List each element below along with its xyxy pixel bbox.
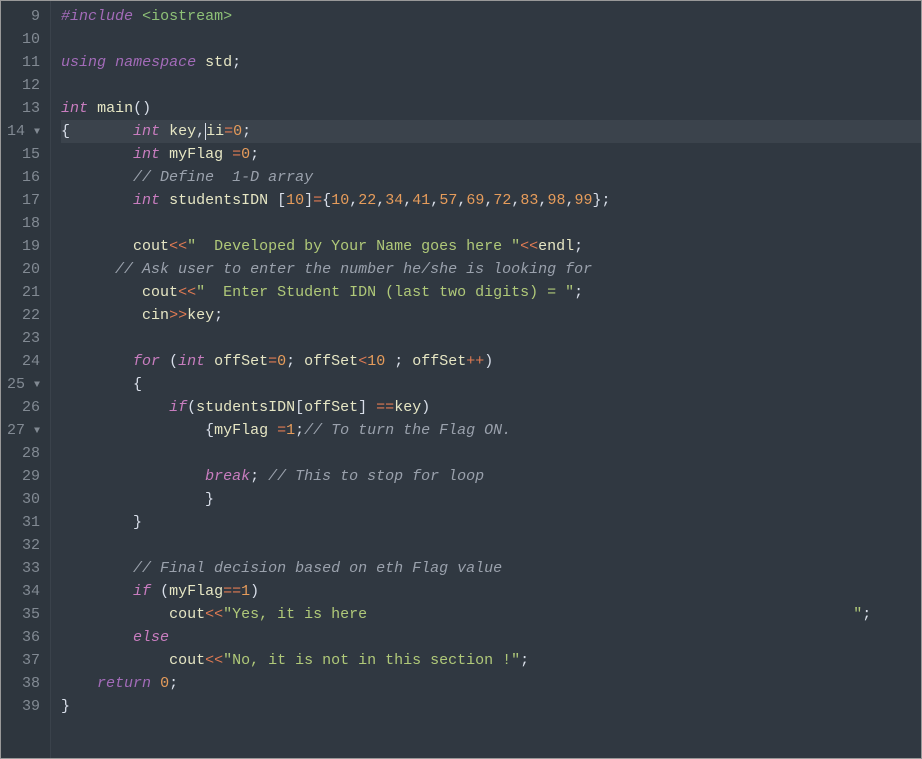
line-number: 13 xyxy=(7,97,40,120)
line-number: 16 xyxy=(7,166,40,189)
code-line[interactable]: // Ask user to enter the number he/she i… xyxy=(61,258,921,281)
code-line[interactable]: if (myFlag==1) xyxy=(61,580,921,603)
code-line[interactable]: return 0; xyxy=(61,672,921,695)
code-line[interactable]: // Final decision based on eth Flag valu… xyxy=(61,557,921,580)
code-line[interactable]: break; // This to stop for loop xyxy=(61,465,921,488)
line-number: 31 xyxy=(7,511,40,534)
code-line[interactable]: cout<<" Developed by Your Name goes here… xyxy=(61,235,921,258)
line-number: 23 xyxy=(7,327,40,350)
line-number: 15 xyxy=(7,143,40,166)
line-number: 28 xyxy=(7,442,40,465)
code-line[interactable] xyxy=(61,212,921,235)
code-line[interactable]: cout<<"Yes, it is here "; xyxy=(61,603,921,626)
code-line[interactable]: cin>>key; xyxy=(61,304,921,327)
code-line[interactable]: } xyxy=(61,695,921,718)
code-line[interactable] xyxy=(61,534,921,557)
fold-icon[interactable]: ▼ xyxy=(34,380,40,391)
code-line[interactable]: { int key,ii=0; xyxy=(61,120,921,143)
line-number: 36 xyxy=(7,626,40,649)
line-number: 11 xyxy=(7,51,40,74)
line-number: 29 xyxy=(7,465,40,488)
line-number: 30 xyxy=(7,488,40,511)
code-line[interactable]: // Define 1-D array xyxy=(61,166,921,189)
line-number: 34 xyxy=(7,580,40,603)
code-area[interactable]: #include <iostream> using namespace std;… xyxy=(51,1,921,758)
line-number: 33 xyxy=(7,557,40,580)
code-line[interactable] xyxy=(61,442,921,465)
code-line[interactable]: int myFlag =0; xyxy=(61,143,921,166)
code-line[interactable]: } xyxy=(61,511,921,534)
line-number: 22 xyxy=(7,304,40,327)
code-line[interactable]: int main() xyxy=(61,97,921,120)
code-line[interactable] xyxy=(61,327,921,350)
line-number: 21 xyxy=(7,281,40,304)
code-editor[interactable]: 91011121314 ▼1516171819202122232425 ▼262… xyxy=(0,0,922,759)
line-number: 32 xyxy=(7,534,40,557)
line-number: 35 xyxy=(7,603,40,626)
line-number: 18 xyxy=(7,212,40,235)
code-line[interactable]: cout<<"No, it is not in this section !"; xyxy=(61,649,921,672)
line-number: 26 xyxy=(7,396,40,419)
line-number: 37 xyxy=(7,649,40,672)
line-number-gutter: 91011121314 ▼1516171819202122232425 ▼262… xyxy=(1,1,51,758)
line-number: 24 xyxy=(7,350,40,373)
code-line[interactable] xyxy=(61,74,921,97)
line-number: 19 xyxy=(7,235,40,258)
line-number: 39 xyxy=(7,695,40,718)
code-line[interactable]: else xyxy=(61,626,921,649)
line-number: 27 ▼ xyxy=(7,419,40,442)
line-number: 20 xyxy=(7,258,40,281)
line-number: 12 xyxy=(7,74,40,97)
line-number: 17 xyxy=(7,189,40,212)
code-line[interactable]: if(studentsIDN[offSet] ==key) xyxy=(61,396,921,419)
code-line[interactable]: { xyxy=(61,373,921,396)
line-number: 25 ▼ xyxy=(7,373,40,396)
code-line[interactable]: using namespace std; xyxy=(61,51,921,74)
line-number: 10 xyxy=(7,28,40,51)
line-number: 38 xyxy=(7,672,40,695)
code-line[interactable]: int studentsIDN [10]={10,22,34,41,57,69,… xyxy=(61,189,921,212)
line-number: 14 ▼ xyxy=(7,120,40,143)
code-line[interactable]: #include <iostream> xyxy=(61,5,921,28)
code-line[interactable]: cout<<" Enter Student IDN (last two digi… xyxy=(61,281,921,304)
code-line[interactable]: for (int offSet=0; offSet<10 ; offSet++) xyxy=(61,350,921,373)
fold-icon[interactable]: ▼ xyxy=(34,426,40,437)
line-number: 9 xyxy=(7,5,40,28)
code-line[interactable]: {myFlag =1;// To turn the Flag ON. xyxy=(61,419,921,442)
code-line[interactable] xyxy=(61,28,921,51)
fold-icon[interactable]: ▼ xyxy=(34,127,40,138)
code-line[interactable]: } xyxy=(61,488,921,511)
